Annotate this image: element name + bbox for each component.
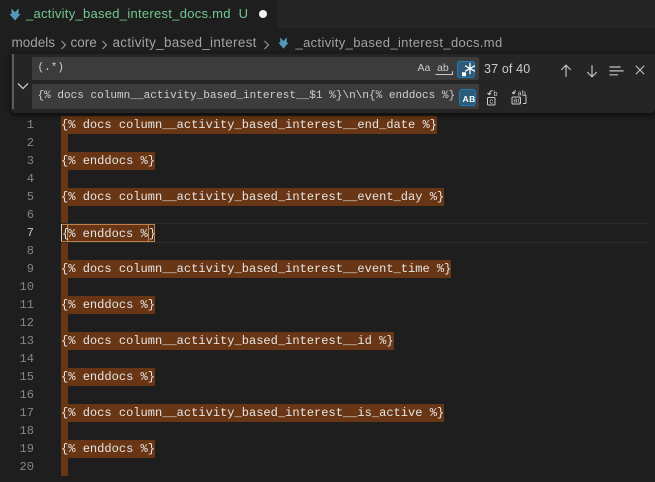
svg-text:ac: ac [513,97,521,105]
svg-text:c: c [489,98,494,106]
